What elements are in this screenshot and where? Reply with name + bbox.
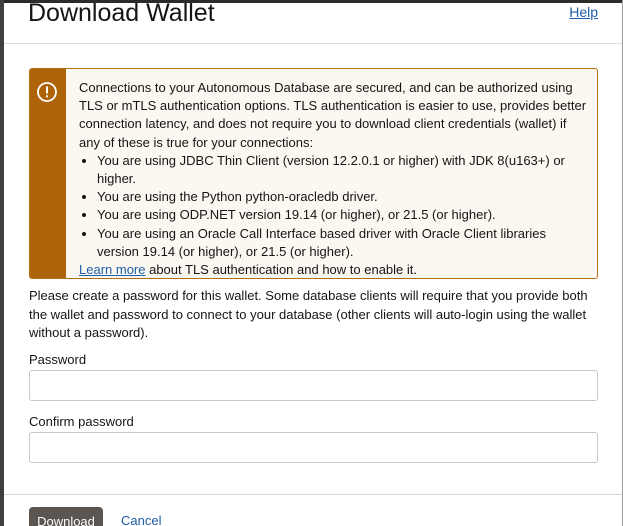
- tls-info-notice: Connections to your Autonomous Database …: [29, 68, 598, 279]
- learn-more-link[interactable]: Learn more: [79, 262, 145, 277]
- learn-more-suffix: about TLS authentication and how to enab…: [145, 262, 417, 278]
- notice-bullet: You are using ODP.NET version 19.14 (or …: [97, 206, 591, 224]
- download-wallet-dialog: Download Wallet Help Connections to your…: [4, 0, 623, 526]
- confirm-password-input[interactable]: [29, 432, 598, 463]
- notice-bullet: You are using an Oracle Call Interface b…: [97, 225, 591, 261]
- notice-intro: Connections to your Autonomous Database …: [79, 80, 587, 150]
- notice-accent-bar: [30, 69, 66, 278]
- footer-divider: [4, 494, 622, 495]
- header-divider: [4, 43, 622, 44]
- notice-body: Connections to your Autonomous Database …: [79, 79, 591, 278]
- download-button[interactable]: Download: [29, 507, 103, 526]
- notice-bullet-list: You are using JDBC Thin Client (version …: [79, 152, 591, 261]
- notice-bullet: You are using the Python python-oracledb…: [97, 188, 591, 206]
- notice-bullet: You are using JDBC Thin Client (version …: [97, 152, 591, 188]
- password-intro-text: Please create a password for this wallet…: [29, 288, 588, 341]
- notice-learn-more-line: Learn more about TLS authentication and …: [79, 261, 591, 278]
- warning-circle-icon: [37, 82, 57, 102]
- cancel-button[interactable]: Cancel: [121, 513, 161, 526]
- password-input[interactable]: [29, 370, 598, 401]
- help-link[interactable]: Help: [569, 4, 598, 20]
- dialog-title: Download Wallet: [28, 0, 215, 27]
- password-label: Password: [29, 352, 87, 367]
- confirm-password-label: Confirm password: [29, 414, 134, 429]
